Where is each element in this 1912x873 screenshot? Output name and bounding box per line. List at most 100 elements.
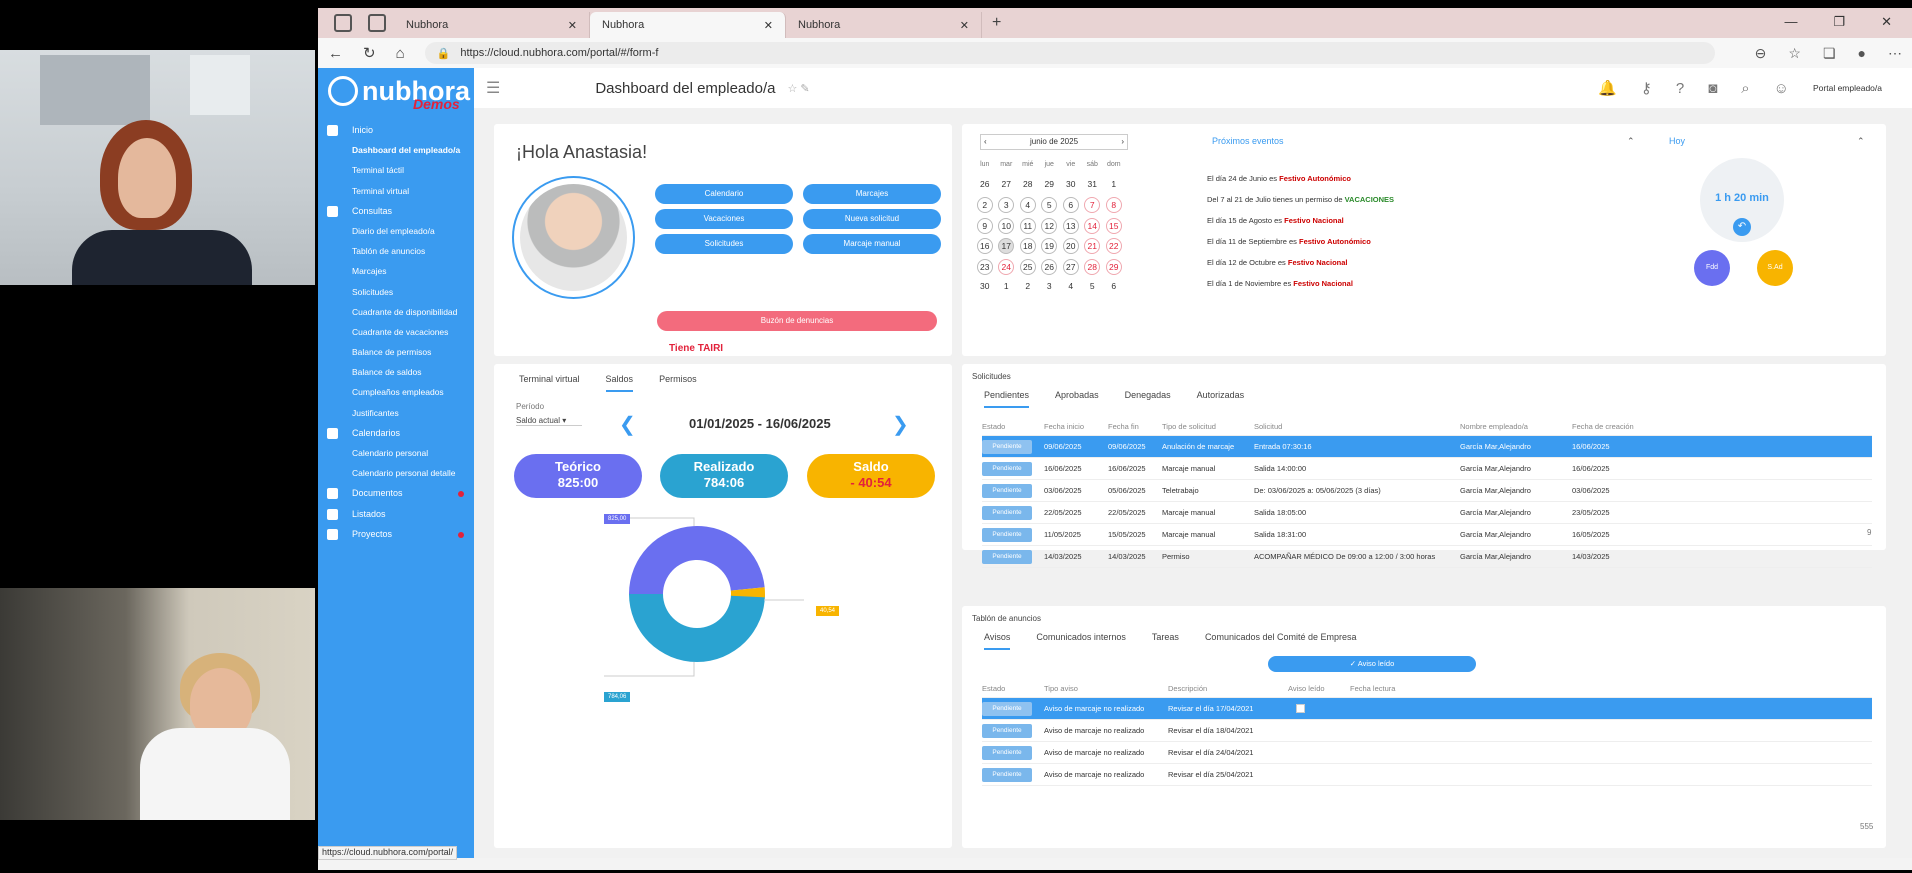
table-row[interactable]: Pendiente Aviso de marcaje no realizado Re… — [982, 764, 1872, 786]
donut-slice-realizado[interactable] — [629, 594, 765, 662]
collapse-icon[interactable]: ⌃ — [1627, 136, 1635, 147]
calendar-day[interactable]: 15 — [1105, 217, 1122, 234]
table-row[interactable]: Pendiente Aviso de marcaje no realizado Re… — [982, 742, 1872, 764]
back-icon[interactable]: ← — [328, 45, 343, 62]
column-header[interactable]: Tipo aviso — [1044, 684, 1168, 693]
collapse-icon[interactable]: ⌃ — [1857, 136, 1865, 147]
sidebar-item[interactable]: Tablón de anuncios — [318, 241, 474, 261]
donut-slice-teórico[interactable] — [629, 526, 765, 594]
calendar-day[interactable]: 27 — [998, 177, 1014, 193]
column-header[interactable]: Fecha de creación — [1572, 422, 1652, 431]
calendar-day[interactable]: 3 — [1041, 279, 1057, 295]
sidebar-item[interactable]: Calendarios — [318, 423, 474, 443]
calendar-day[interactable]: 10 — [998, 217, 1015, 234]
table-row[interactable]: Pendiente 14/03/2025 14/03/2025 Permiso ACOM… — [982, 546, 1872, 568]
table-row[interactable]: Pendiente Aviso de marcaje no realizado Re… — [982, 698, 1872, 720]
calendar-day[interactable]: 8 — [1105, 197, 1122, 214]
calendar-day[interactable]: 7 — [1084, 197, 1101, 214]
calendar-day[interactable]: 17 — [998, 238, 1015, 255]
calendar-day[interactable]: 28 — [1084, 258, 1101, 275]
sidebar-item[interactable]: Cumpleaños empleados — [318, 382, 474, 402]
tab-avisos[interactable]: Avisos — [984, 632, 1011, 650]
calendar-day[interactable]: 30 — [977, 279, 993, 295]
maximize-icon[interactable]: ❐ — [1833, 14, 1845, 30]
calendar-day[interactable]: 29 — [1105, 258, 1122, 275]
calendar-day[interactable]: 29 — [1041, 177, 1057, 193]
marcajes-button[interactable]: Marcajes — [803, 184, 941, 204]
tab-denegadas[interactable]: Denegadas — [1125, 390, 1171, 408]
close-window-icon[interactable]: ✕ — [1881, 14, 1892, 30]
column-header[interactable]: Fecha lectura — [1350, 684, 1430, 693]
calendar-day[interactable]: 4 — [1019, 197, 1036, 214]
tab-comunicados-comite[interactable]: Comunicados del Comité de Empresa — [1205, 632, 1357, 650]
table-row[interactable]: Pendiente 03/06/2025 05/06/2025 Teletrabajo… — [982, 480, 1872, 502]
sidebar-item[interactable]: Justificantes — [318, 403, 474, 423]
column-header[interactable]: Tipo de solicitud — [1162, 422, 1254, 431]
tab-autorizadas[interactable]: Autorizadas — [1197, 390, 1245, 408]
close-icon[interactable]: ✕ — [960, 19, 969, 32]
calendar-day[interactable]: 23 — [976, 258, 993, 275]
tab-tareas[interactable]: Tareas — [1152, 632, 1179, 650]
sidebar-item[interactable]: Inicio — [318, 120, 474, 140]
column-header[interactable]: Aviso leído — [1288, 684, 1350, 693]
aviso-leido-checkbox[interactable] — [1296, 704, 1305, 713]
url-field[interactable]: 🔒 https://cloud.nubhora.com/portal/#/form… — [424, 42, 1715, 64]
prev-month-icon[interactable]: ‹ — [981, 135, 987, 149]
tab-aprobadas[interactable]: Aprobadas — [1055, 390, 1099, 408]
sidebar-item[interactable]: Balance de permisos — [318, 342, 474, 362]
browser-tab[interactable]: Nubhora ✕ — [394, 12, 590, 38]
sidebar-item[interactable]: Balance de saldos — [318, 362, 474, 382]
star-icon[interactable]: ☆ ✎ — [787, 82, 809, 95]
sidebar-item[interactable]: Listados — [318, 504, 474, 524]
search-icon[interactable]: ⌕ — [1741, 80, 1749, 97]
sidebar-item[interactable]: Cuadrante de disponibilidad — [318, 302, 474, 322]
calendar-day[interactable]: 20 — [1062, 238, 1079, 255]
help-icon[interactable]: ? — [1676, 80, 1684, 97]
calendar-day[interactable]: 24 — [998, 258, 1015, 275]
complaints-button[interactable]: Buzón de denuncias — [657, 311, 937, 331]
calendar-day[interactable]: 5 — [1041, 197, 1058, 214]
calendar-day[interactable]: 2 — [976, 197, 993, 214]
tab-permisos[interactable]: Permisos — [659, 374, 697, 392]
calendar-button[interactable]: Calendario — [655, 184, 793, 204]
bell-icon[interactable]: 🔔 — [1598, 79, 1617, 97]
zoom-icon[interactable]: ⊖ — [1755, 45, 1767, 62]
calendar-day[interactable]: 6 — [1106, 279, 1122, 295]
tab-actions-icon[interactable] — [368, 14, 386, 32]
calendar-day[interactable]: 2 — [1020, 279, 1036, 295]
calendar-day[interactable]: 19 — [1041, 238, 1058, 255]
undo-icon[interactable]: ↶ — [1733, 218, 1751, 236]
sidebar-item[interactable]: Proyectos — [318, 524, 474, 544]
column-header[interactable]: Estado — [982, 422, 1044, 431]
column-header[interactable]: Estado — [982, 684, 1044, 693]
calendar-day[interactable]: 9 — [976, 217, 993, 234]
sal-badge[interactable]: S.Ad — [1757, 250, 1793, 286]
manual-marcaje-button[interactable]: Marcaje manual — [803, 234, 941, 254]
column-header[interactable]: Fecha inicio — [1044, 422, 1108, 431]
user-icon[interactable]: ☺ — [1774, 80, 1789, 97]
more-icon[interactable]: ⋯ — [1888, 45, 1902, 62]
solicitudes-button[interactable]: Solicitudes — [655, 234, 793, 254]
prev-period-icon[interactable]: ❮ — [619, 412, 636, 437]
table-row[interactable]: Pendiente 16/06/2025 16/06/2025 Marcaje man… — [982, 458, 1872, 480]
calendar-day[interactable]: 5 — [1084, 279, 1100, 295]
calendar-day[interactable]: 18 — [1019, 238, 1036, 255]
menu-icon[interactable]: ☰ — [486, 78, 500, 98]
next-period-icon[interactable]: ❯ — [892, 412, 909, 437]
calendar-day[interactable]: 31 — [1084, 177, 1100, 193]
sidebar-item[interactable]: Consultas — [318, 201, 474, 221]
browser-tab-active[interactable]: Nubhora ✕ — [590, 12, 786, 38]
browser-tab[interactable]: Nubhora ✕ — [786, 12, 982, 38]
calendar-day[interactable]: 12 — [1041, 217, 1058, 234]
calendar-day[interactable]: 21 — [1084, 238, 1101, 255]
aviso-leido-button[interactable]: ✓ Aviso leído — [1268, 656, 1476, 672]
sidebar-item[interactable]: Diario del empleado/a — [318, 221, 474, 241]
calendar-day[interactable]: 26 — [1041, 258, 1058, 275]
portal-label[interactable]: Portal empleado/a — [1813, 83, 1882, 93]
table-row[interactable]: Pendiente 09/06/2025 09/06/2025 Anulación d… — [982, 436, 1872, 458]
sidebar-item[interactable]: Cuadrante de vacaciones — [318, 322, 474, 342]
tab-comunicados-internos[interactable]: Comunicados internos — [1036, 632, 1126, 650]
new-tab-icon[interactable]: + — [992, 14, 1001, 32]
favorite-icon[interactable]: ☆ — [1788, 45, 1801, 62]
column-header[interactable]: Descripción — [1168, 684, 1288, 693]
